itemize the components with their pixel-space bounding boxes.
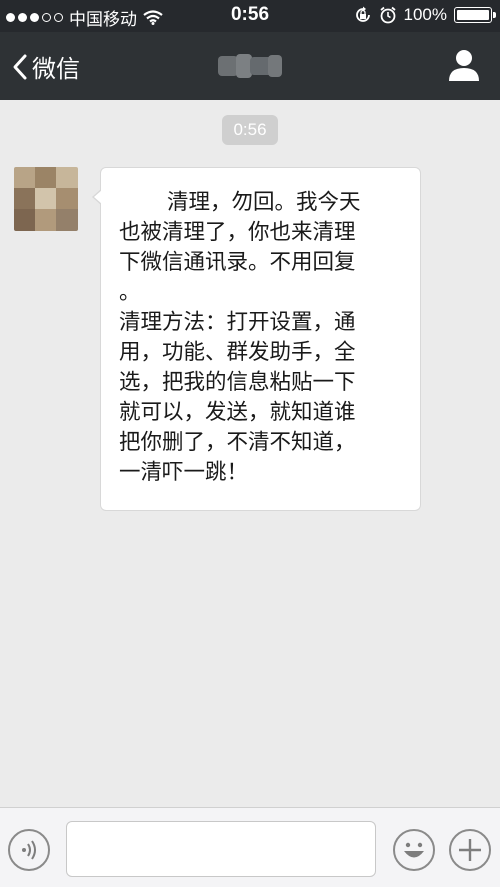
emoji-button[interactable]: [393, 829, 435, 871]
message-timestamp: 0:56: [222, 115, 278, 145]
rotation-lock-icon: [355, 6, 370, 22]
status-right: 100%: [354, 5, 496, 25]
carrier-name: 中国移动: [69, 10, 137, 29]
message-line: 一清吓一跳！: [119, 460, 249, 485]
battery-icon: [454, 7, 496, 23]
nav-bar: 微信: [0, 32, 500, 100]
signal-dots-icon: [6, 13, 63, 22]
person-icon[interactable]: [446, 47, 482, 83]
battery-fill: [457, 10, 489, 20]
message-line: 清理方法：打开设置，通: [119, 310, 356, 335]
battery-percent: 100%: [403, 5, 447, 24]
message-line: 把你删了，不清不知道，: [119, 430, 356, 455]
message-line: 也被清理了，你也来清理: [119, 220, 356, 245]
message-input[interactable]: [66, 821, 376, 877]
status-left: 中国移动: [6, 5, 163, 30]
input-bar: [0, 807, 500, 887]
back-label: 微信: [32, 55, 80, 83]
alarm-icon: [379, 6, 396, 24]
plus-button[interactable]: [449, 829, 491, 871]
message-line: 。: [119, 280, 141, 305]
message-bubble[interactable]: 清理，勿回。我今天 也被清理了，你也来清理 下微信通讯录。不用回复 。 清理方法…: [92, 167, 421, 511]
status-bar: 中国移动 0:56 100%: [0, 0, 500, 32]
message-line: 选，把我的信息粘贴一下: [119, 370, 356, 395]
message-line: 用，功能、群发助手，全: [119, 340, 356, 365]
message-line: 清理，勿回。我今天: [167, 190, 361, 215]
chevron-left-icon: [13, 54, 27, 79]
voice-icon: [22, 840, 36, 860]
back-button[interactable]: 微信: [12, 49, 80, 84]
voice-button[interactable]: [8, 829, 50, 871]
wifi-icon: [143, 10, 163, 25]
message-line: 下微信通讯录。不用回复: [119, 250, 356, 275]
emoji-icon: [404, 842, 424, 858]
avatar[interactable]: [14, 167, 78, 231]
contact-name-pixelated: [210, 52, 290, 80]
message-line: 就可以，发送，就知道谁: [119, 400, 356, 425]
plus-icon: [459, 839, 481, 861]
